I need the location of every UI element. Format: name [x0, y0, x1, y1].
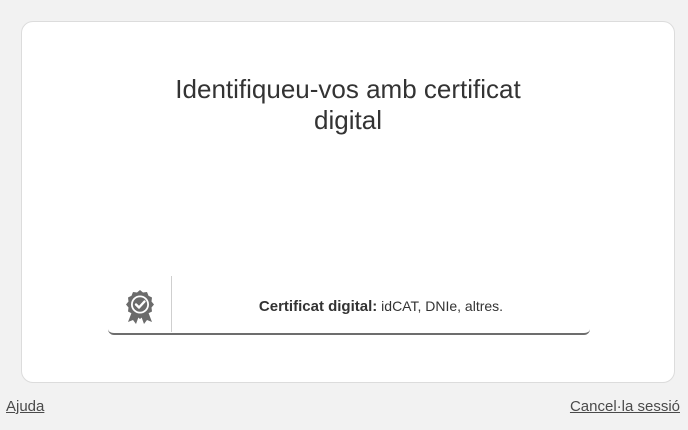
title-line-2: digital: [314, 105, 382, 135]
certificate-label-bold: Certificat digital:: [258, 297, 378, 315]
help-link[interactable]: Ajuda: [6, 398, 44, 415]
cancel-session-link[interactable]: Cancel·la sessió: [570, 398, 680, 415]
page-title: Identifiqueu-vos amb certificat digital: [22, 74, 674, 136]
login-card: Identifiqueu-vos amb certificat digital …: [21, 21, 675, 383]
certificate-label-detail: idCAT, DNIe, altres.: [381, 297, 504, 314]
certificate-badge-icon: [108, 275, 171, 333]
certificate-option-label: Certificat digital: idCAT, DNIe, altres.: [172, 294, 590, 315]
title-line-1: Identifiqueu-vos amb certificat: [175, 74, 521, 104]
digital-certificate-button[interactable]: Certificat digital: idCAT, DNIe, altres.: [108, 275, 590, 335]
